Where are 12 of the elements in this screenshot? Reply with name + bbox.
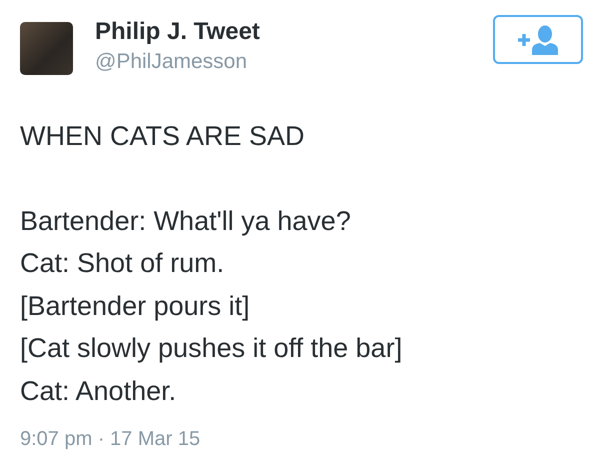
tweet-text-line: WHEN CATS ARE SAD — [20, 120, 305, 153]
author-name: Philip J. Tweet — [95, 18, 261, 46]
tweet-text-line: [Cat slowly pushes it off the bar] — [20, 332, 402, 365]
tweet-timestamp: 9:07 pm · 17 Mar 15 — [20, 428, 202, 451]
add-person-icon — [516, 24, 560, 54]
avatar-photo-placeholder — [20, 22, 73, 75]
tweet-text-line: [Bartender pours it] — [20, 290, 250, 323]
tweet-text-line: Cat: Another. — [20, 374, 176, 408]
author-handle: @PhilJamesson — [95, 50, 248, 74]
follow-button[interactable] — [493, 15, 583, 64]
tweet-text-line: Cat: Shot of rum. — [20, 247, 224, 280]
tweet-text-line: Bartender: What'll ya have? — [20, 204, 351, 238]
